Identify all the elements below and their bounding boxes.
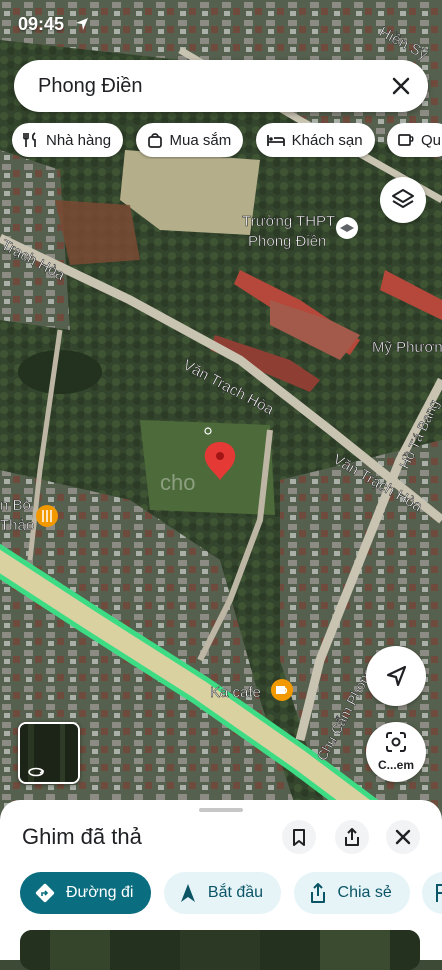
shopping-bag-icon	[147, 133, 162, 148]
action-label: Chia sẻ	[337, 884, 392, 901]
watermark: cho	[160, 470, 195, 495]
label-ka-cafe: Ka cafe	[210, 684, 261, 701]
status-bar: 09:45	[0, 0, 442, 50]
category-chips: Nhà hàng Mua sắm Khách sạn Qu	[12, 123, 442, 159]
label-school-line1: Trường THPT	[242, 213, 335, 230]
hotel-icon	[266, 135, 285, 146]
bookmark-icon	[293, 829, 305, 846]
street-view-thumbnail[interactable]	[18, 722, 80, 784]
chip-shopping[interactable]: Mua sắm	[135, 123, 244, 157]
layers-button[interactable]	[380, 177, 426, 223]
share-sheet-button[interactable]	[335, 820, 369, 854]
lens-label: C...em	[377, 758, 414, 772]
layers-icon	[392, 189, 414, 208]
restaurant-marker-icon[interactable]	[36, 505, 58, 527]
save-button[interactable]	[282, 820, 316, 854]
action-label: Bắt đầu	[207, 884, 264, 901]
label-bo-line1: n Bò	[0, 497, 31, 514]
cafe-marker-icon[interactable]	[271, 679, 293, 701]
more-actions-button[interactable]	[422, 872, 442, 914]
restaurant-icon	[23, 132, 36, 147]
chip-label: Nhà hàng	[46, 131, 112, 149]
start-button[interactable]: Bắt đầu	[163, 872, 282, 914]
share-icon	[345, 828, 359, 846]
flag-icon	[436, 884, 442, 902]
action-row: Đường đi Bắt đầu Chia sẻ	[20, 872, 442, 916]
chip-label: Mua sắm	[169, 131, 232, 149]
chip-label: Khách sạn	[291, 131, 363, 149]
navigation-arrow-icon	[180, 884, 195, 902]
cafe-cup-icon	[398, 134, 414, 146]
school-marker-icon[interactable]	[336, 217, 358, 239]
place-photo[interactable]	[20, 930, 420, 970]
navigation-arrow-icon	[386, 665, 407, 687]
close-icon	[395, 829, 411, 845]
drag-handle[interactable]	[199, 808, 243, 812]
chip-cafes[interactable]: Qu	[387, 123, 442, 157]
lens-button[interactable]: C...em	[366, 722, 426, 782]
directions-button[interactable]: Đường đi	[20, 872, 152, 914]
label-my-phuong: Mỹ Phươn	[372, 339, 442, 356]
label-school-line2: Phong Điền	[248, 233, 326, 250]
share-icon	[310, 883, 325, 903]
share-button[interactable]: Chia sẻ	[293, 872, 410, 914]
search-bar[interactable]: Phong Điền	[14, 60, 428, 112]
location-arrow-icon	[76, 18, 88, 30]
close-sheet-button[interactable]	[386, 820, 420, 854]
chip-label: Qu	[421, 131, 442, 149]
label-bo-line2: Thảo	[0, 517, 34, 534]
directions-icon	[35, 883, 55, 903]
status-time: 09:45	[18, 14, 65, 34]
chip-restaurants[interactable]: Nhà hàng	[12, 123, 124, 157]
close-icon[interactable]	[388, 73, 414, 99]
action-label: Đường đi	[66, 884, 134, 901]
sheet-title: Ghim đã thả	[22, 824, 142, 849]
chip-hotels[interactable]: Khách sạn	[255, 123, 375, 157]
search-query[interactable]: Phong Điền	[38, 75, 143, 98]
camera-lens-icon	[386, 732, 406, 752]
my-location-button[interactable]	[366, 646, 426, 706]
